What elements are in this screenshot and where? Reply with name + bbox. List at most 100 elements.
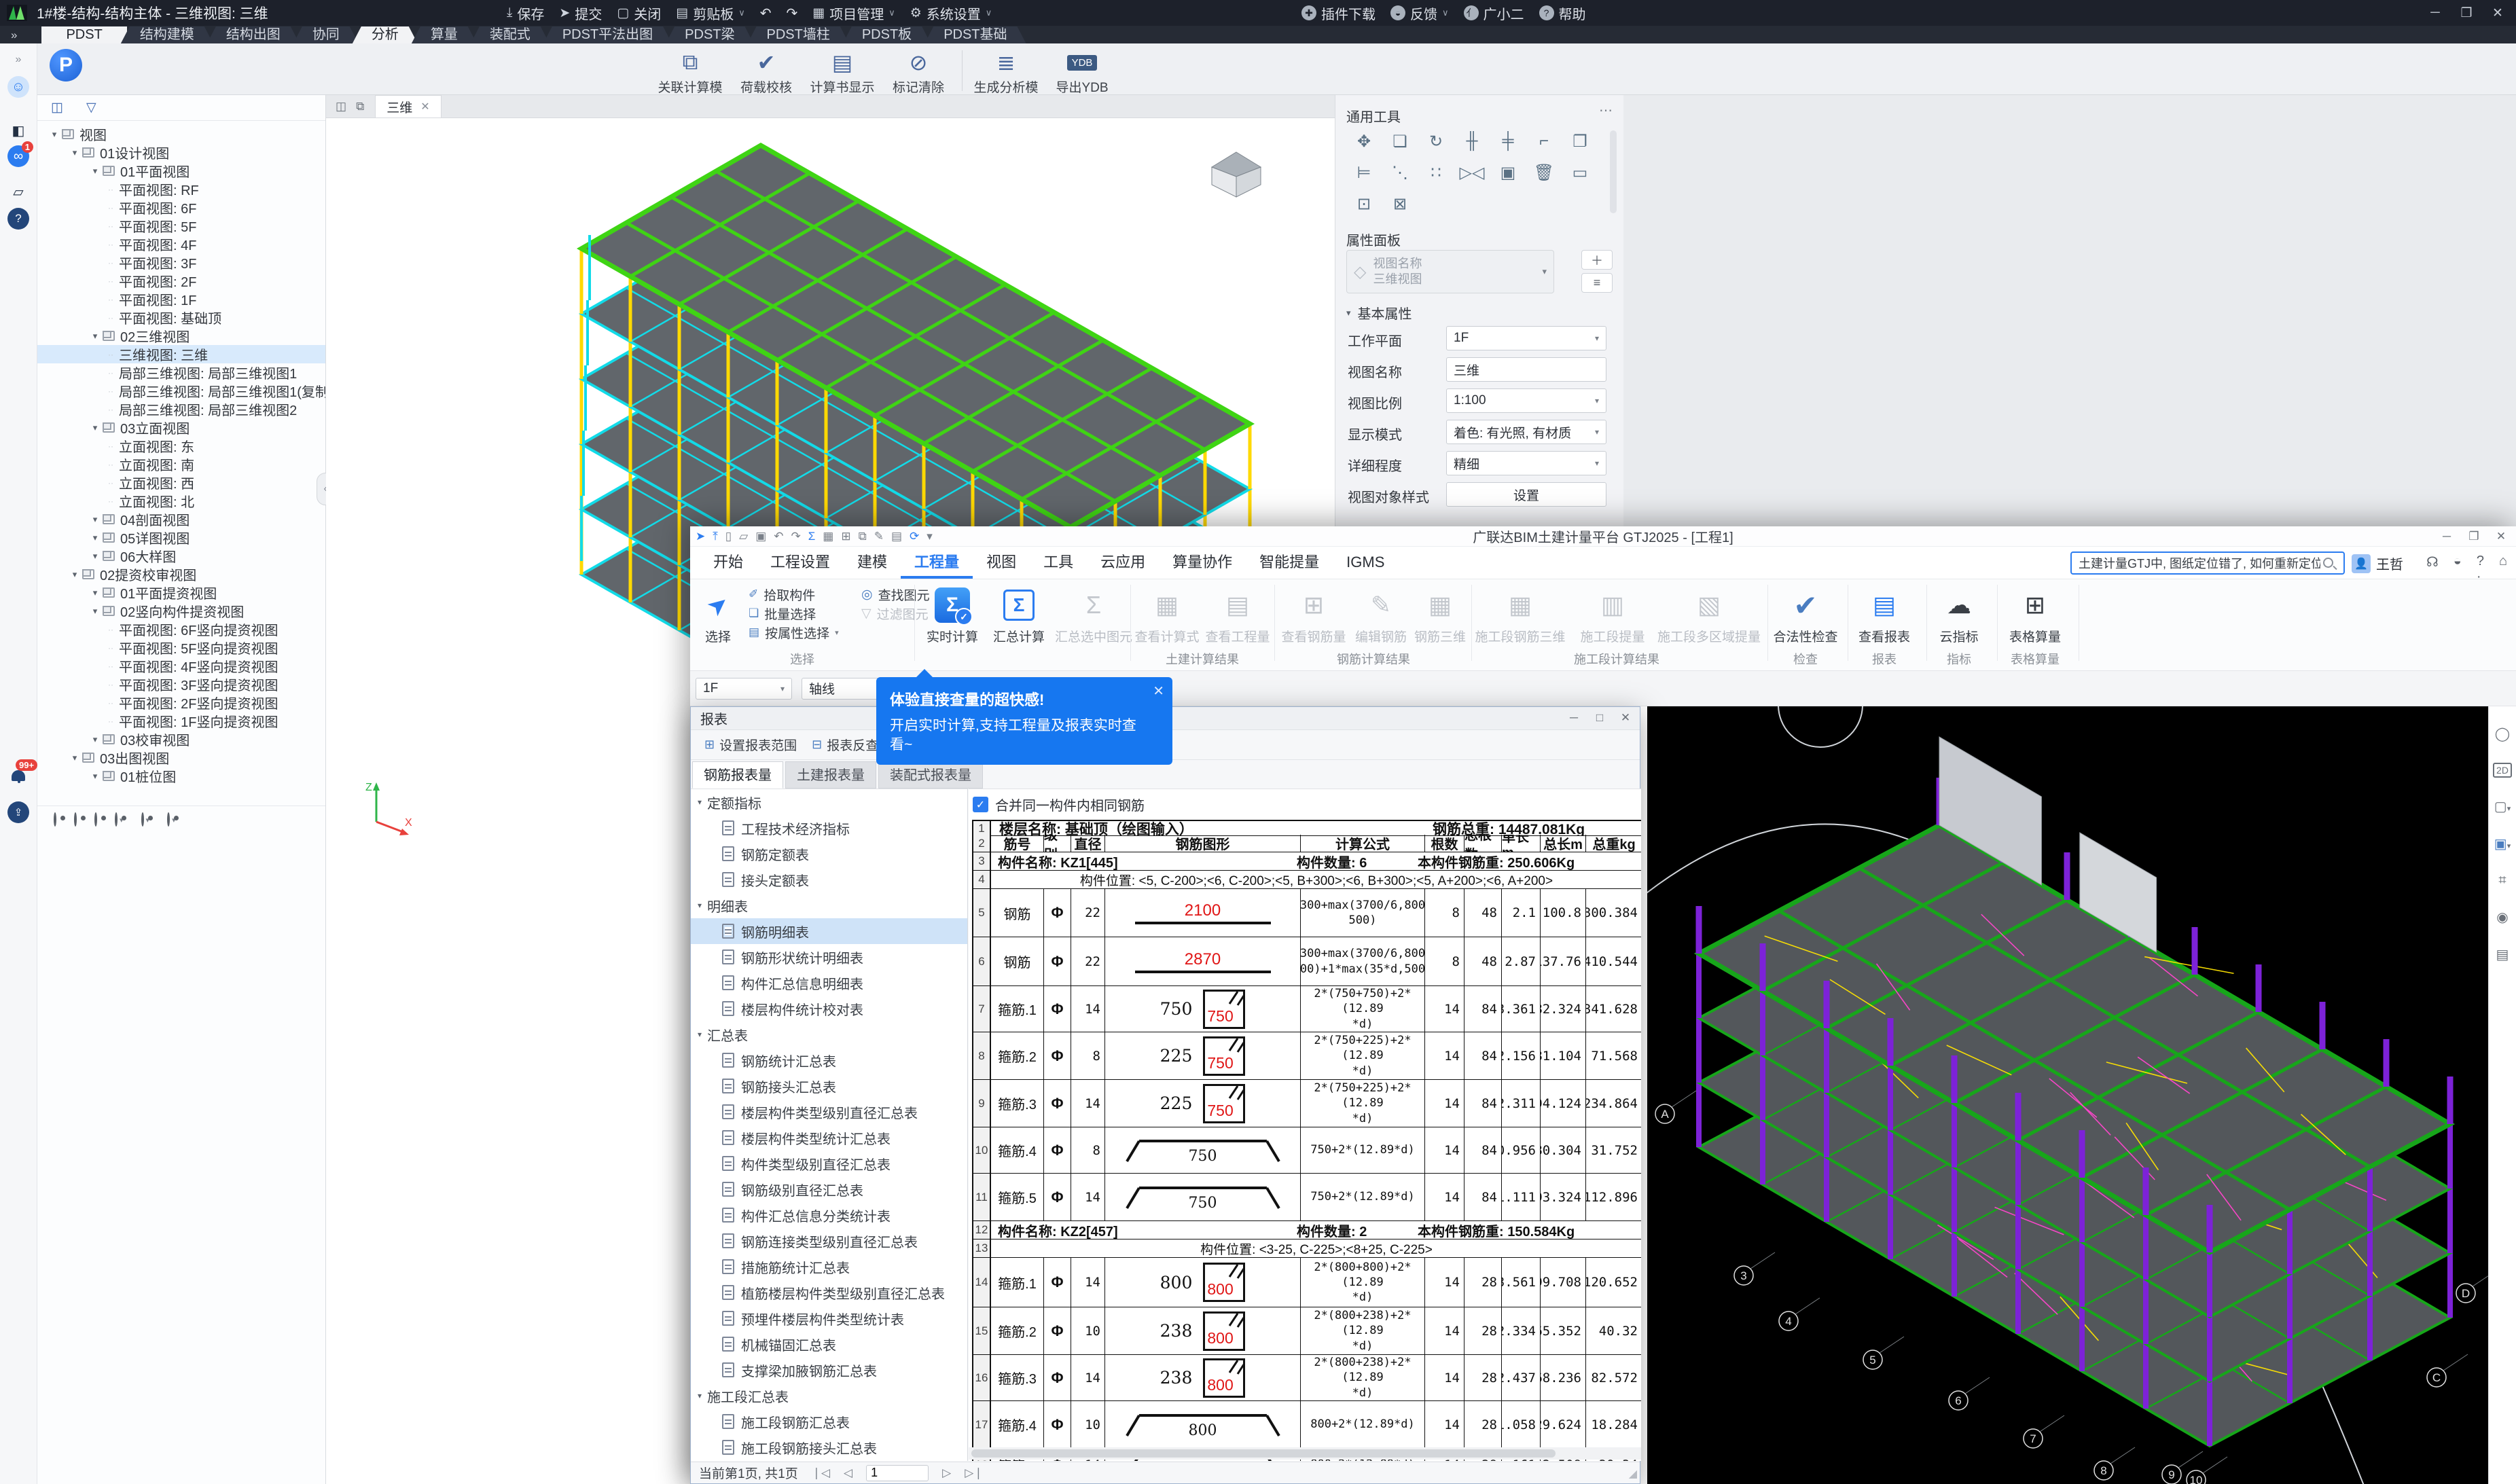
tree-item[interactable]: ▾02提资校审视图: [37, 565, 325, 583]
tab-PDST板[interactable]: PDST板: [843, 26, 931, 43]
report-tree-item[interactable]: 钢筋级别直径汇总表: [691, 1176, 967, 1202]
gtj-ribbon-查看计算式[interactable]: ▦查看计算式: [1133, 583, 1201, 645]
tree-item[interactable]: ··平面视图: 4F竖向提资视图: [37, 657, 325, 675]
viewport-tab-close-icon[interactable]: ✕: [420, 100, 429, 113]
context-轴线[interactable]: 轴线▾: [802, 678, 888, 700]
titlebar-action-广小二[interactable]: 亻广小二: [1456, 0, 1532, 26]
ribbon-button-标记清除[interactable]: ⊘标记清除: [880, 48, 956, 96]
tree-item[interactable]: ▾02竖向构件提资视图: [37, 602, 325, 620]
gtj-tab-开始[interactable]: 开始: [700, 549, 757, 579]
report-tree-item[interactable]: 钢筋连接类型级别直径汇总表: [691, 1228, 967, 1254]
gtj-close-button[interactable]: ✕: [2487, 527, 2515, 546]
report-minimize-button[interactable]: ─: [1561, 707, 1587, 729]
cloud-upload-icon[interactable]: ⇪: [7, 801, 29, 823]
zoom-extents-icon[interactable]: ⌗: [2498, 873, 2506, 888]
stair-icon[interactable]: ⋱: [1385, 159, 1415, 186]
more-visibility-icon[interactable]: ▾: [167, 814, 176, 826]
help-icon[interactable]: ?: [7, 208, 29, 230]
first-page-icon[interactable]: ❘◁: [812, 1466, 830, 1480]
tree-item[interactable]: ▾03校审视图: [37, 730, 325, 748]
add-property-button[interactable]: ＋: [1581, 250, 1613, 270]
report-tree-item[interactable]: 预埋件楼层构件类型统计表: [691, 1305, 967, 1331]
titlebar-action-剪贴板[interactable]: ▤剪贴板∨: [668, 0, 752, 26]
tree-item[interactable]: ··局部三维视图: 局部三维视图1: [37, 363, 325, 382]
ribbon-button-荷载校核[interactable]: ✔荷载校核: [728, 48, 804, 96]
move-icon[interactable]: ✥: [1349, 128, 1379, 155]
tree-item[interactable]: ··立面视图: 北: [37, 492, 325, 510]
report-tree-item[interactable]: 构件汇总信息明细表: [691, 970, 967, 996]
pdst-restore-button[interactable]: ❐: [2451, 0, 2482, 26]
gtj-tab-云应用[interactable]: 云应用: [1087, 549, 1159, 579]
tree-item[interactable]: ··局部三维视图: 局部三维视图1(复制1): [37, 382, 325, 400]
report-tree-item[interactable]: 钢筋形状统计明细表: [691, 944, 967, 970]
gtj-minimize-button[interactable]: ─: [2433, 527, 2460, 546]
isolate-icon[interactable]: [74, 814, 77, 826]
split-icon[interactable]: ╫: [1457, 128, 1487, 155]
gtj-ribbon-查找图元[interactable]: ◎查找图元: [861, 585, 930, 604]
titlebar-menu-系统设置[interactable]: ⚙系统设置∨: [903, 0, 1000, 26]
gtj-tab-工具[interactable]: 工具: [1030, 549, 1087, 579]
folder-icon[interactable]: ▱: [7, 181, 29, 202]
tab-PDST[interactable]: PDST: [41, 26, 126, 43]
report-tree-item[interactable]: 植筋楼层构件类型级别直径汇总表: [691, 1280, 967, 1305]
array-icon[interactable]: ❐: [1565, 128, 1595, 155]
gtj-ribbon-施工段提量[interactable]: ▥施工段提量: [1575, 583, 1651, 645]
property-value-视图名称[interactable]: 三维: [1446, 357, 1606, 382]
report-tool-报表反查[interactable]: ⊟报表反查: [805, 734, 885, 756]
tree-item[interactable]: ▾06大样图: [37, 547, 325, 565]
titlebar-action-保存[interactable]: ⤓保存: [499, 0, 552, 26]
report-tab-钢筋报表量[interactable]: 钢筋报表量: [692, 761, 783, 789]
titlebar-action-帮助[interactable]: ?帮助: [1532, 0, 1594, 26]
gtj-tab-工程量[interactable]: 工程量: [901, 549, 973, 579]
report-maximize-button[interactable]: □: [1587, 707, 1613, 729]
display-settings-icon[interactable]: ▤: [2496, 946, 2509, 963]
more-options-icon[interactable]: ⋯: [1599, 102, 1613, 119]
orbit-icon[interactable]: ◯: [2495, 725, 2510, 742]
tree-item[interactable]: ··局部三维视图: 局部三维视图2: [37, 400, 325, 418]
gtj-tab-建模[interactable]: 建模: [844, 549, 901, 579]
gtj-ribbon-按属性选择[interactable]: ▤按属性选择▾: [749, 623, 839, 642]
tree-item[interactable]: ··平面视图: 基础顶: [37, 308, 325, 327]
gtj-tab-智能提量[interactable]: 智能提量: [1246, 549, 1333, 579]
tree-item[interactable]: ··平面视图: 3F: [37, 253, 325, 272]
gtj-restore-button[interactable]: ❐: [2460, 527, 2487, 546]
table-hscrollbar[interactable]: [969, 1447, 1641, 1460]
report-tree-item[interactable]: 钢筋统计汇总表: [691, 1047, 967, 1073]
pdst-minimize-button[interactable]: ─: [2420, 0, 2451, 26]
gtj-ribbon-汇总计算[interactable]: Σ汇总计算: [988, 583, 1050, 645]
report-tree-item[interactable]: 钢筋定额表: [691, 841, 967, 867]
tab-结构建模[interactable]: 结构建模: [121, 26, 213, 43]
group-icon[interactable]: ∷: [1421, 159, 1451, 186]
viewport-cascade-icon[interactable]: ⧉: [356, 100, 364, 113]
page-number-input[interactable]: [866, 1465, 929, 1481]
match-icon[interactable]: ⊡: [1349, 190, 1379, 217]
expand-tabs-icon[interactable]: »: [11, 29, 17, 42]
measure-icon[interactable]: ▭: [1565, 159, 1595, 186]
undo-button[interactable]: ↶: [753, 0, 779, 26]
property-value-详细程度[interactable]: 精细▾: [1446, 451, 1606, 475]
tree-item[interactable]: ▾03出图视图: [37, 748, 325, 767]
property-value-视图对象样式[interactable]: 设置: [1446, 482, 1606, 507]
tree-item[interactable]: ··三维视图: 三维: [37, 345, 325, 363]
move-right-icon[interactable]: ▣: [1493, 159, 1523, 186]
panel-layout-icon[interactable]: ◫: [51, 100, 63, 115]
tools-scrollbar[interactable]: [1610, 130, 1617, 213]
copy-icon[interactable]: ❏: [1385, 128, 1415, 155]
viewport-tab[interactable]: 三维 ✕: [375, 95, 441, 117]
property-filter-button[interactable]: ≡: [1581, 273, 1613, 293]
property-value-视图比例[interactable]: 1:100▾: [1446, 388, 1606, 413]
gtj-ribbon-实时计算[interactable]: Σ实时计算: [921, 583, 984, 645]
tree-item[interactable]: ··平面视图: 6F竖向提资视图: [37, 620, 325, 638]
report-tree-item[interactable]: 构件类型级别直径汇总表: [691, 1151, 967, 1176]
tab-PDST基础[interactable]: PDST基础: [924, 26, 1026, 43]
tab-装配式[interactable]: 装配式: [471, 26, 550, 43]
property-value-工作平面[interactable]: 1F▾: [1446, 326, 1606, 350]
tree-item[interactable]: ··平面视图: 5F竖向提资视图: [37, 638, 325, 657]
tree-item[interactable]: ▾05详图视图: [37, 528, 325, 547]
compass-icon[interactable]: ◉: [2496, 909, 2508, 926]
assistant-icon[interactable]: ☺: [7, 76, 29, 98]
resize-grip[interactable]: ◢: [1629, 1467, 1637, 1481]
tree-item[interactable]: ▾04剖面视图: [37, 510, 325, 528]
gtj-3d-view[interactable]: A345678910CD: [1647, 706, 2488, 1484]
tab-结构出图[interactable]: 结构出图: [207, 26, 300, 43]
